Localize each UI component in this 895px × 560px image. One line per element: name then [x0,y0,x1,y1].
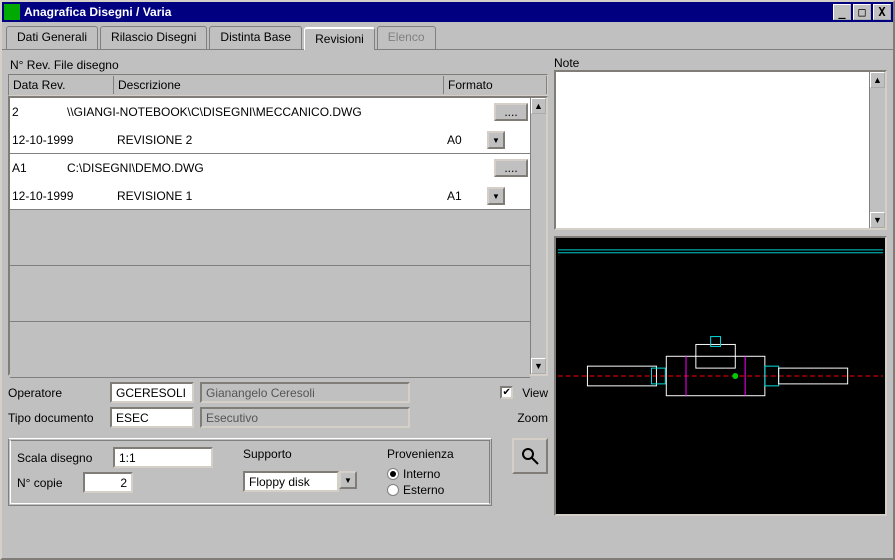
titlebar[interactable]: Anagrafica Disegni / Varia _ □ X [2,2,893,22]
scroll-down-button[interactable]: ▼ [531,358,546,374]
cad-preview[interactable] [554,236,887,516]
cell-date: 12-10-1999 [12,133,117,147]
table-row[interactable]: A1 C:\DISEGNI\DEMO.DWG .... 12-10-1999 R… [10,154,530,210]
scroll-down-button[interactable]: ▼ [870,212,885,228]
close-button[interactable]: X [873,4,891,20]
scroll-up-button[interactable]: ▲ [870,72,885,88]
cell-date: 12-10-1999 [12,189,117,203]
scrollbar-thumb[interactable] [870,88,885,212]
browse-file-button[interactable]: .... [494,159,528,177]
col-formato[interactable]: Formato [444,76,547,94]
list-super-header: N° Rev. File disegno [8,56,548,74]
scrollbar-thumb[interactable] [531,114,546,358]
browse-file-button[interactable]: .... [494,103,528,121]
cell-formato: A1 [447,189,487,203]
supporto-combobox[interactable]: Floppy disk [243,471,339,492]
note-textarea[interactable]: ▲ ▼ [554,70,887,230]
tab-distinta-base[interactable]: Distinta Base [209,26,302,49]
content-area: N° Rev. File disegno Data Rev. Descrizio… [2,50,893,522]
interno-label: Interno [403,467,440,481]
supporto-dropdown-button[interactable]: ▼ [339,471,357,489]
revisions-table: 2 \\GIANGI-NOTEBOOK\C\DISEGNI\MECCANICO.… [8,96,548,376]
cell-descr: REVISIONE 2 [117,133,447,147]
scala-field[interactable]: 1:1 [113,447,213,468]
magnifier-icon [520,446,540,466]
esterno-radio[interactable] [387,484,399,496]
minimize-button[interactable]: _ [833,4,851,20]
tab-revisioni[interactable]: Revisioni [304,27,375,50]
col-descrizione[interactable]: Descrizione [114,76,444,94]
tipo-doc-code-field[interactable]: ESEC [110,407,194,428]
esterno-label: Esterno [403,483,444,497]
table-scrollbar[interactable]: ▲ ▼ [530,98,546,374]
cell-formato: A0 [447,133,487,147]
tab-rilascio-disegni[interactable]: Rilascio Disegni [100,26,207,49]
operatore-code-field[interactable]: GCERESOLI [110,382,194,403]
tipo-documento-label: Tipo documento [8,411,104,425]
col-data-rev[interactable]: Data Rev. [9,76,114,94]
tab-elenco: Elenco [377,26,436,49]
supporto-label: Supporto [243,447,357,461]
cad-drawing-icon [556,238,885,514]
window-title: Anagrafica Disegni / Varia [24,5,833,19]
note-scrollbar[interactable]: ▲ ▼ [869,72,885,228]
view-checkbox[interactable]: ✔ [500,386,513,399]
scroll-up-button[interactable]: ▲ [531,98,546,114]
cell-descr: REVISIONE 1 [117,189,447,203]
provenienza-label: Provenienza [387,447,454,461]
operatore-name-field: Gianangelo Ceresoli [200,382,410,403]
tabs: Dati Generali Rilascio Disegni Distinta … [2,22,893,50]
maximize-button[interactable]: □ [853,4,871,20]
tab-dati-generali[interactable]: Dati Generali [6,26,98,49]
table-row-empty [10,322,530,378]
app-icon [4,4,20,20]
formato-dropdown-button[interactable]: ▼ [487,131,505,149]
view-label: View [522,386,548,400]
table-row[interactable]: 2 \\GIANGI-NOTEBOOK\C\DISEGNI\MECCANICO.… [10,98,530,154]
table-row-empty [10,210,530,266]
zoom-button[interactable] [512,438,548,474]
note-label: Note [554,56,887,70]
copie-field[interactable]: 2 [83,472,133,493]
operatore-label: Operatore [8,386,104,400]
cell-file: \\GIANGI-NOTEBOOK\C\DISEGNI\MECCANICO.DW… [67,105,494,119]
formato-dropdown-button[interactable]: ▼ [487,187,505,205]
cell-file: C:\DISEGNI\DEMO.DWG [67,161,494,175]
column-headers: Data Rev. Descrizione Formato [8,74,548,96]
tipo-doc-name-field: Esecutivo [200,407,410,428]
interno-radio[interactable] [387,468,399,480]
table-row-empty [10,266,530,322]
zoom-label: Zoom [517,411,548,425]
scala-disegno-label: Scala disegno [17,451,107,465]
cell-rev: 2 [12,105,67,119]
app-window: Anagrafica Disegni / Varia _ □ X Dati Ge… [0,0,895,560]
n-copie-label: N° copie [17,476,77,490]
cell-rev: A1 [12,161,67,175]
